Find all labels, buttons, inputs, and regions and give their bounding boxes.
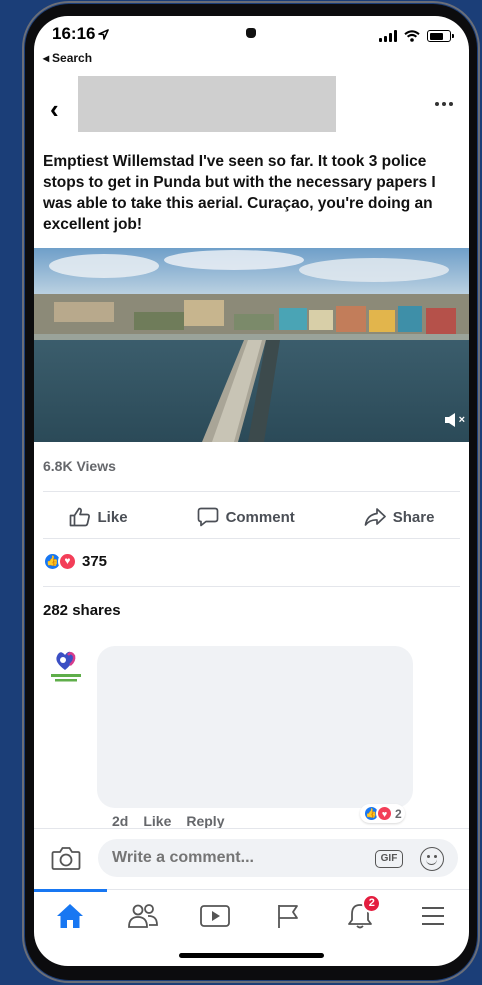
comment-input[interactable]	[98, 839, 458, 877]
status-time-text: 16:16	[52, 24, 96, 43]
tab-watch[interactable]	[179, 890, 252, 941]
home-icon	[57, 903, 84, 928]
location-arrow-icon	[98, 28, 110, 40]
comment-bubble[interactable]	[97, 646, 413, 808]
love-reaction-icon: ♥	[58, 552, 77, 571]
notifications-badge: 2	[362, 894, 382, 913]
back-chevron-icon[interactable]: ‹	[50, 96, 59, 122]
tab-friends[interactable]	[107, 890, 180, 941]
like-button[interactable]: Like	[69, 507, 128, 527]
back-triangle-icon: ◂	[43, 51, 50, 65]
reaction-count: 375	[82, 553, 108, 570]
friends-icon	[127, 903, 158, 928]
video-frame-aerial	[34, 248, 469, 442]
emoji-icon[interactable]	[420, 847, 444, 871]
hamburger-menu-icon	[421, 906, 444, 925]
post-text: Emptiest Willemstad I've seen so far. It…	[43, 153, 436, 233]
comment-age: 2d	[112, 813, 129, 829]
more-options-icon[interactable]	[435, 102, 453, 106]
like-label: Like	[97, 508, 128, 526]
comment-composer: GIF	[34, 828, 469, 886]
tab-bar: 2	[34, 889, 469, 941]
comment-button[interactable]: Comment	[197, 507, 295, 527]
wifi-icon	[404, 30, 420, 42]
flag-icon	[277, 904, 298, 928]
camera-icon[interactable]	[51, 845, 81, 871]
commenter-avatar[interactable]	[46, 647, 86, 687]
thumbs-up-icon	[69, 507, 90, 527]
back-to-search[interactable]: ◂ Search	[43, 51, 92, 65]
post-reactions[interactable]: 👍 ♥ 375	[43, 552, 107, 571]
divider	[43, 538, 460, 539]
share-button[interactable]: Share	[364, 507, 435, 527]
shares-count[interactable]: 282 shares	[43, 602, 121, 619]
love-reaction-icon: ♥	[376, 805, 393, 822]
screen: 16:16 ◂ Search ‹ Emptiest Willemstad I'v…	[34, 16, 469, 966]
tab-menu[interactable]	[397, 890, 470, 941]
redacted-author-name	[78, 76, 336, 132]
comment-meta: 2d Like Reply	[112, 813, 224, 829]
comment-like-button[interactable]: Like	[143, 813, 171, 829]
status-time: 16:16	[52, 24, 110, 44]
home-indicator[interactable]	[179, 953, 324, 958]
battery-icon	[427, 30, 454, 42]
divider	[43, 491, 460, 492]
comment-bubble-icon	[197, 507, 218, 527]
post-actions: Like Comment Share	[34, 500, 469, 534]
comment-reply-button[interactable]: Reply	[186, 813, 224, 829]
status-indicators	[379, 30, 454, 42]
mute-speaker-icon[interactable]: ×	[444, 412, 465, 428]
comment-reaction-count: 2	[395, 806, 402, 821]
share-label: Share	[392, 508, 435, 526]
post-video[interactable]: ×	[34, 248, 469, 442]
gif-icon[interactable]: GIF	[375, 850, 403, 868]
tab-notifications[interactable]: 2	[324, 890, 397, 941]
comment-reactions[interactable]: 👍 ♥ 2	[360, 804, 405, 823]
tab-pages[interactable]	[252, 890, 325, 941]
cellular-signal-icon	[379, 30, 397, 42]
comment-label: Comment	[225, 508, 295, 526]
tab-home[interactable]	[34, 889, 107, 941]
lock-icon	[246, 28, 256, 38]
back-to-search-label: Search	[52, 51, 93, 65]
video-views: 6.8K Views	[43, 458, 116, 474]
share-arrow-icon	[364, 508, 386, 526]
divider	[43, 586, 460, 587]
video-play-icon	[200, 904, 231, 927]
